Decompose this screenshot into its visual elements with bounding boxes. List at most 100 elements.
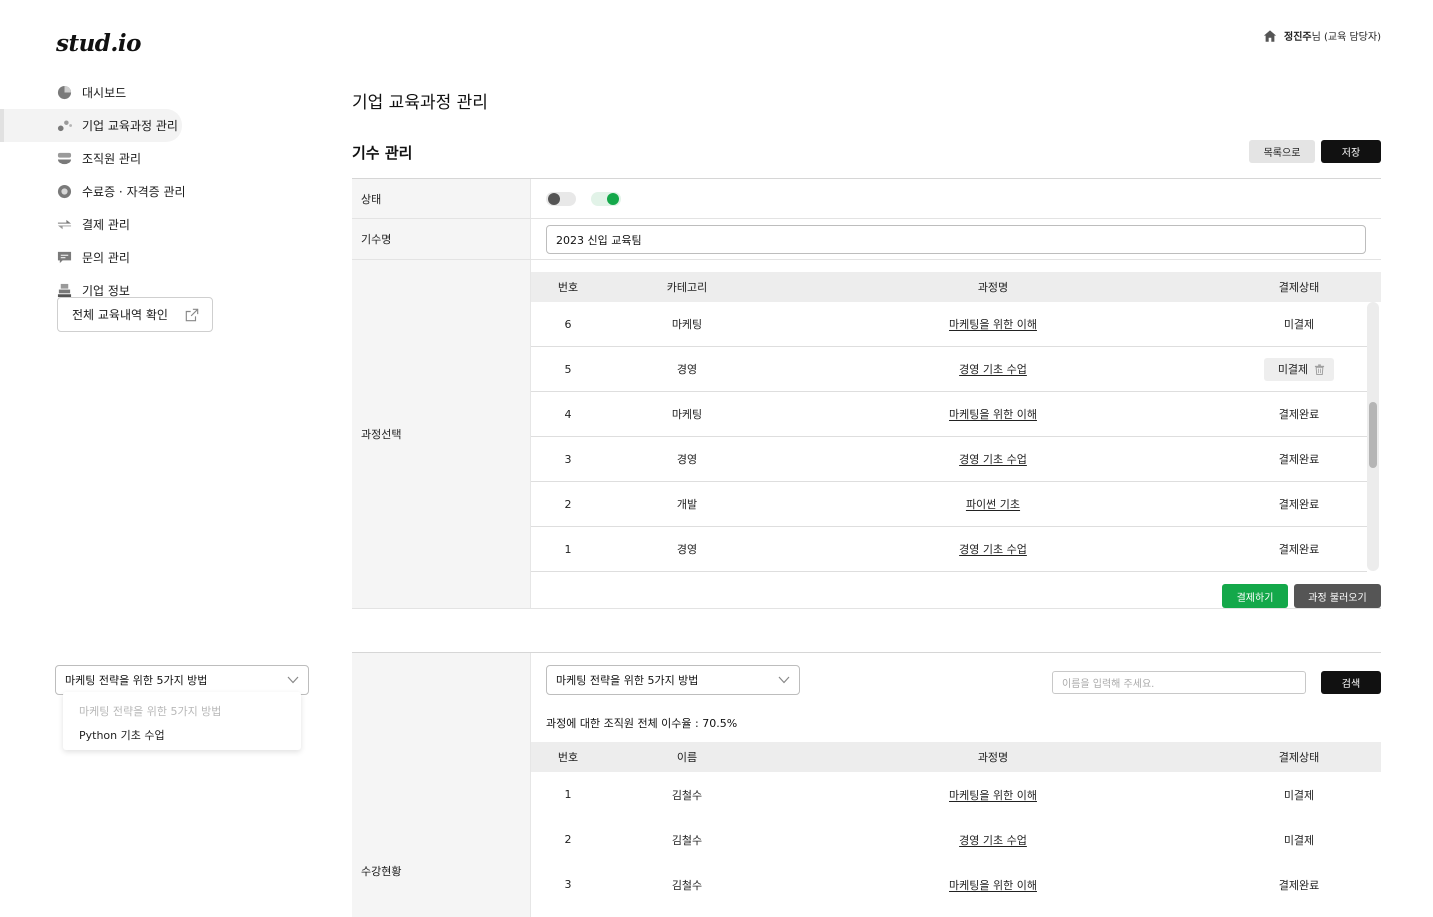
scrollbar-thumb[interactable]	[1369, 402, 1377, 468]
unpaid-delete-chip[interactable]: 미결제	[1263, 357, 1335, 381]
course-link[interactable]: 마케팅을 위한 이해	[893, 877, 1093, 893]
table-row[interactable]: 1 김철수 마케팅을 위한 이해 미결제	[531, 772, 1367, 817]
table-row[interactable]: 2 개발 파이썬 기초 결제완료	[531, 482, 1367, 527]
sidebar-item-course-management[interactable]: 기업 교육과정 관리	[0, 109, 182, 142]
row-no: 1	[564, 542, 572, 556]
course-select-label: 과정선택	[352, 260, 531, 608]
row-no: 4	[564, 407, 572, 421]
table-row[interactable]: 1 경영 경영 기초 수업 결제완료	[531, 527, 1367, 572]
table-row[interactable]: 3 경영 경영 기초 수업 결제완료	[531, 437, 1367, 482]
table-row[interactable]: 3 김철수 마케팅을 위한 이해 결제완료	[531, 862, 1367, 907]
attendance-course-select[interactable]: 마케팅 전략을 위한 5가지 방법	[546, 665, 800, 695]
sidebar-item-certificates[interactable]: 수료증 · 자격증 관리	[0, 175, 200, 208]
header-category: 카테고리	[666, 281, 708, 294]
course-link[interactable]: 마케팅을 위한 이해	[893, 406, 1093, 422]
row-name: 김철수	[671, 788, 703, 802]
status-toggle-off[interactable]	[546, 192, 576, 206]
course-link[interactable]: 경영 기초 수업	[893, 451, 1093, 467]
row-status: 결제완료	[1278, 498, 1320, 511]
header-no: 번호	[557, 281, 579, 294]
back-to-list-button[interactable]: 목록으로	[1249, 140, 1315, 163]
sidebar-item-dashboard[interactable]: 대시보드	[0, 76, 200, 109]
course-link[interactable]: 마케팅을 위한 이해	[893, 316, 1093, 332]
name-search-input[interactable]: 이름을 입력해 주세요.	[1052, 671, 1306, 694]
sidebar: 대시보드 기업 교육과정 관리 조직원 관리 수료증 · 자격증 관리 결제 관…	[0, 76, 200, 307]
attendance-table-header: 번호 이름 과정명 결제상태	[531, 742, 1381, 772]
course-link[interactable]: 파이썬 기초	[893, 496, 1093, 512]
dropdown-option[interactable]: 마케팅 전략을 위한 5가지 방법	[79, 703, 221, 719]
row-category: 경영	[676, 453, 698, 466]
sidebar-item-members[interactable]: 조직원 관리	[0, 142, 200, 175]
cohort-name-label: 기수명	[352, 219, 531, 259]
row-no: 1	[564, 788, 572, 801]
course-link[interactable]: 경영 기초 수업	[893, 361, 1093, 377]
header-no: 번호	[557, 751, 579, 764]
status-label: 상태	[352, 179, 531, 218]
row-status: 결제완료	[1278, 453, 1320, 466]
sidebar-item-label: 대시보드	[82, 86, 127, 100]
completion-rate: 과정에 대한 조직원 전체 이수율 : 70.5%	[546, 715, 737, 731]
row-category: 개발	[676, 498, 698, 511]
external-link-icon	[185, 308, 199, 321]
group-icon	[56, 151, 72, 167]
exchange-icon	[56, 217, 72, 233]
sidebar-item-label: 조직원 관리	[82, 152, 142, 166]
course-link[interactable]: 경영 기초 수업	[893, 541, 1093, 557]
course-link[interactable]: 마케팅을 위한 이해	[893, 787, 1093, 803]
table-row[interactable]: 2 김철수 경영 기초 수업 미결제	[531, 817, 1367, 862]
header-status: 결제상태	[1278, 281, 1320, 294]
course-link[interactable]: 경영 기초 수업	[893, 832, 1093, 848]
row-status: 결제완료	[1278, 408, 1320, 421]
attendance-label: 수강현황	[361, 865, 402, 878]
table-row[interactable]: 6 마케팅 마케팅을 위한 이해 미결제	[531, 302, 1367, 347]
row-status: 미결제	[1277, 363, 1309, 376]
completion-rate-value: 70.5%	[702, 717, 738, 730]
attendance-label-cell: 수강현황	[352, 653, 531, 917]
user-name: 정진주	[1284, 32, 1312, 43]
cohort-name-input[interactable]: 2023 신입 교육팀	[546, 225, 1366, 254]
search-button[interactable]: 검색	[1321, 671, 1381, 694]
badge-icon	[56, 184, 72, 200]
row-no: 3	[564, 452, 572, 466]
sidebar-item-inquiries[interactable]: 문의 관리	[0, 241, 200, 274]
completion-rate-label: 과정에 대한 조직원 전체 이수율 :	[546, 717, 699, 730]
page-title: 기업 교육과정 관리	[352, 93, 488, 113]
history-button[interactable]: 전체 교육내역 확인	[57, 297, 213, 332]
dropdown-option[interactable]: Python 기초 수업	[79, 727, 165, 743]
row-status: 미결제	[1283, 788, 1315, 802]
home-icon	[1263, 29, 1277, 42]
row-no: 3	[564, 878, 572, 891]
sidebar-item-label: 수료증 · 자격증 관리	[82, 185, 186, 199]
left-course-select[interactable]: 마케팅 전략을 위한 5가지 방법	[55, 665, 309, 695]
row-name: 김철수	[671, 833, 703, 847]
app-logo[interactable]: stud.io	[56, 30, 141, 57]
row-category: 경영	[676, 363, 698, 376]
status-toggle-on[interactable]	[591, 192, 621, 206]
user-role: 님 (교육 담당자)	[1311, 32, 1381, 43]
row-category: 경영	[676, 543, 698, 556]
cohort-form: 상태 기수명 2023 신입 교육팀 과정선택 번호 카테고리 과정명 결제상태…	[352, 178, 1381, 609]
left-course-select-value: 마케팅 전략을 위한 5가지 방법	[65, 674, 208, 687]
chat-icon	[56, 250, 72, 266]
row-status: 미결제	[1283, 318, 1315, 331]
user-info[interactable]: 정진주 님 (교육 담당자)	[1263, 28, 1381, 43]
sidebar-item-label: 기업 교육과정 관리	[82, 119, 178, 133]
chevron-down-icon	[287, 676, 299, 684]
table-row[interactable]: 4 마케팅 마케팅을 위한 이해 결제완료	[531, 392, 1367, 437]
header-course: 과정명	[977, 281, 1009, 294]
load-course-button[interactable]: 과정 불러오기	[1294, 584, 1381, 608]
sidebar-item-payments[interactable]: 결제 관리	[0, 208, 200, 241]
left-course-dropdown: 마케팅 전략을 위한 5가지 방법 Python 기초 수업	[63, 692, 301, 750]
row-status: 결제완료	[1278, 543, 1320, 556]
section-title: 기수 관리	[352, 144, 413, 162]
trash-icon[interactable]	[1314, 363, 1325, 375]
table-row[interactable]: 5 경영 경영 기초 수업 미결제	[531, 347, 1367, 392]
row-category: 마케팅	[671, 318, 703, 331]
save-button[interactable]: 저장	[1321, 140, 1381, 163]
row-status-cell: 미결제	[1239, 357, 1359, 381]
course-table-scrollbar[interactable]	[1367, 302, 1379, 571]
status-row: 상태	[352, 179, 1381, 219]
row-no: 2	[564, 833, 572, 846]
history-button-label: 전체 교육내역 확인	[72, 308, 168, 322]
pay-button[interactable]: 결제하기	[1222, 584, 1288, 608]
